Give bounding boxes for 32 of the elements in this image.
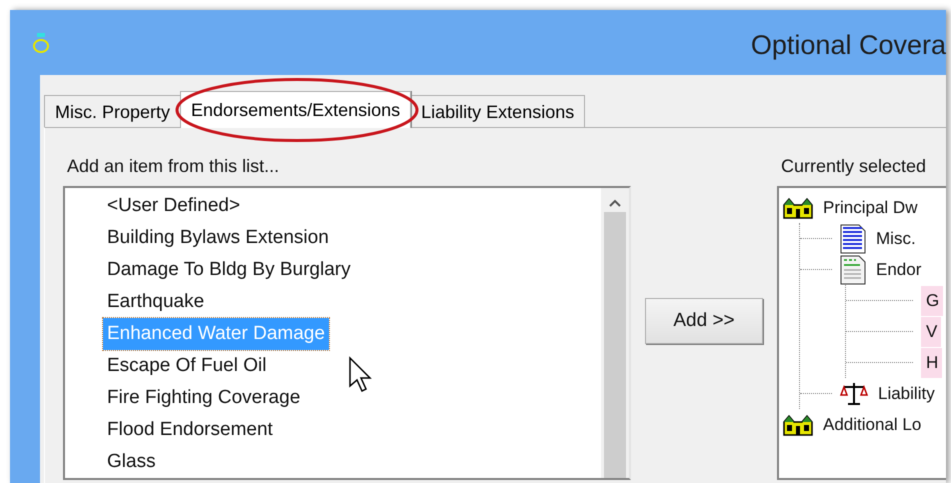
add-button[interactable]: Add >> (645, 298, 763, 344)
list-item[interactable]: <User Defined> (103, 190, 244, 222)
tab[interactable]: Endorsements/Extensions (180, 91, 412, 128)
house-icon (783, 414, 813, 436)
tree-item[interactable]: G (921, 286, 944, 316)
list-item[interactable]: Damage To Bldg By Burglary (103, 254, 355, 286)
tree-item[interactable]: Endor (874, 258, 924, 282)
tab[interactable]: Misc. Property (44, 95, 182, 128)
tree-item[interactable]: Liability (876, 382, 937, 406)
tree-item[interactable]: Misc. (874, 226, 918, 250)
scrollbar-thumb[interactable] (604, 212, 626, 478)
tree-item[interactable]: Additional Lo (821, 412, 924, 436)
ring-icon (32, 32, 50, 54)
scroll-up-icon[interactable] (608, 198, 622, 208)
list-item[interactable]: Flood Endorsement (103, 414, 277, 446)
list-item[interactable]: Building Bylaws Extension (103, 222, 333, 254)
list-item[interactable]: Fire Fighting Coverage (103, 382, 304, 414)
lined-document-icon (840, 224, 866, 254)
list-item[interactable]: Glass (103, 446, 160, 478)
list-item[interactable]: Escape Of Fuel Oil (103, 350, 270, 382)
tree-item[interactable]: H (921, 348, 942, 378)
list-item[interactable]: Earthquake (103, 286, 208, 318)
tree-label: Currently selected (780, 156, 928, 177)
document-icon (840, 254, 866, 284)
tree-item[interactable]: V (921, 316, 942, 346)
cursor-icon (348, 356, 374, 394)
tree-item[interactable]: Principal Dw (821, 196, 920, 220)
house-icon (783, 196, 813, 218)
window-title: Optional Covera (750, 30, 946, 61)
scales-icon (840, 382, 868, 406)
tab[interactable]: Liability Extensions (410, 95, 586, 128)
list-label: Add an item from this list... (66, 156, 280, 177)
